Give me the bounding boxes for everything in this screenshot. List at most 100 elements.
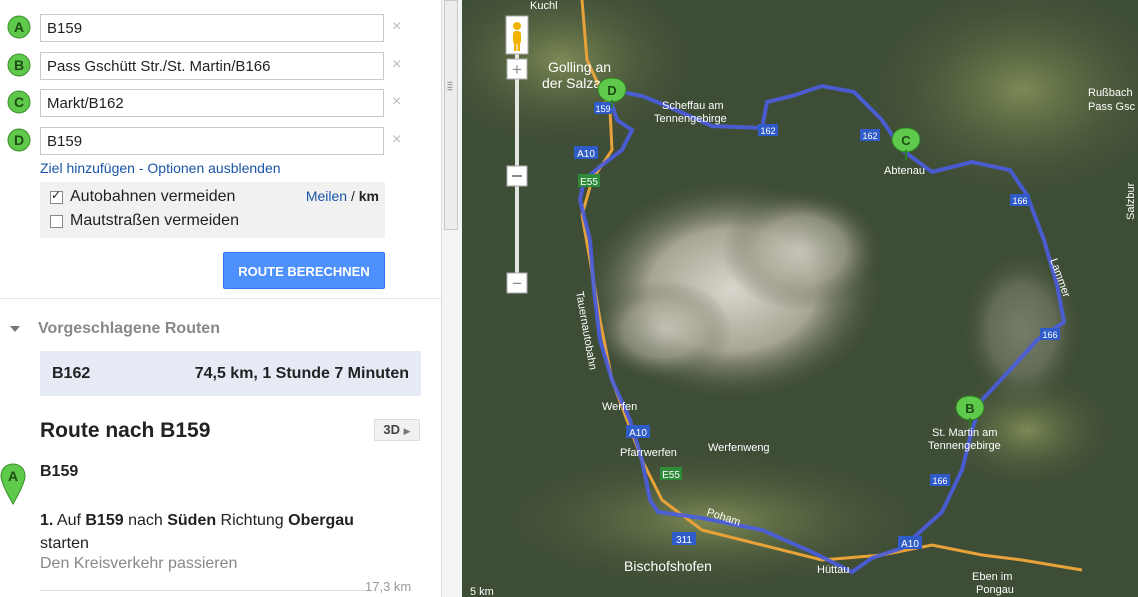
- hide-options-link[interactable]: Optionen ausblenden: [147, 160, 280, 176]
- svg-text:311: 311: [676, 535, 692, 546]
- step-text-1: Auf: [56, 512, 86, 529]
- svg-text:159: 159: [595, 104, 610, 114]
- shield-a10-1: A10: [574, 146, 598, 160]
- shield-e55-1: E55: [578, 174, 600, 188]
- 3d-label: 3D: [383, 422, 401, 437]
- route-links: Ziel hinzufügen - Optionen ausblenden: [40, 160, 281, 176]
- shield-162-1: 162: [758, 124, 778, 136]
- shield-e55-2: E55: [660, 467, 682, 481]
- scrollbar-grip-icon: = =: [447, 79, 453, 95]
- suggested-routes-label: Vorgeschlagene Routen: [38, 320, 220, 337]
- label-bischofshofen: Bischofshofen: [624, 558, 712, 574]
- shield-166-2: 166: [1040, 328, 1060, 340]
- miles-link[interactable]: Meilen: [306, 188, 347, 204]
- calculate-route-button[interactable]: ROUTE BERECHNEN: [223, 252, 385, 289]
- shield-166-3: 166: [930, 474, 950, 486]
- panel-divider: [0, 298, 441, 299]
- label-werfen: Werfen: [602, 401, 637, 413]
- shield-311: 311: [672, 532, 696, 546]
- svg-text:A10: A10: [577, 149, 595, 160]
- label-golling-1: Golling an: [548, 59, 611, 75]
- add-destination-link[interactable]: Ziel hinzufügen: [40, 160, 135, 176]
- svg-text:D: D: [14, 132, 24, 148]
- waypoint-input-d[interactable]: [40, 127, 384, 155]
- remove-waypoint-a-icon[interactable]: ×: [392, 18, 401, 36]
- start-location-label: B159: [40, 463, 79, 480]
- map-view[interactable]: A10 E55 159 162 162 166 166 166 A10 E55 …: [462, 0, 1138, 597]
- km-unit: km: [358, 188, 379, 204]
- shield-159: 159: [594, 102, 612, 114]
- svg-text:162: 162: [862, 131, 877, 141]
- svg-text:C: C: [901, 133, 911, 148]
- label-salzburg: Salzbur: [1125, 182, 1137, 220]
- waypoint-input-a[interactable]: [40, 14, 384, 42]
- unit-switch: Meilen / km: [306, 188, 379, 204]
- step-road: B159: [85, 512, 124, 529]
- zoom-in-icon: +: [512, 60, 522, 79]
- label-russbach-1: Rußbach: [1088, 87, 1133, 99]
- svg-text:166: 166: [1012, 196, 1027, 206]
- remove-waypoint-b-icon[interactable]: ×: [392, 56, 401, 74]
- label-stmartin-1: St. Martin am: [932, 427, 997, 439]
- shield-166-1: 166: [1010, 194, 1030, 206]
- remove-waypoint-d-icon[interactable]: ×: [392, 131, 401, 149]
- step-distance: 17,3 km: [365, 579, 412, 594]
- step-heading: Süden: [167, 512, 217, 529]
- terrain-massif-peak: [722, 190, 882, 310]
- start-marker-icon: A: [0, 463, 26, 505]
- map-scale: 5 km: [470, 586, 494, 597]
- svg-text:166: 166: [932, 476, 947, 486]
- marker-c-icon[interactable]: C: [6, 89, 32, 121]
- play-icon: ▶: [403, 426, 411, 436]
- step-target: Obergau: [288, 512, 354, 529]
- route-options: Autobahnen vermeiden Mautstraßen vermeid…: [40, 182, 385, 238]
- avoid-tolls-checkbox[interactable]: [50, 215, 63, 228]
- marker-b-icon[interactable]: B: [6, 52, 32, 84]
- svg-text:D: D: [607, 83, 616, 98]
- avoid-highways-label: Autobahnen vermeiden: [70, 188, 236, 205]
- waypoint-row-b: B ×: [6, 52, 426, 82]
- svg-text:B: B: [965, 401, 974, 416]
- waypoint-row-a: A ×: [6, 14, 426, 44]
- marker-d-icon[interactable]: D: [6, 127, 32, 159]
- step-text-2: nach: [123, 512, 168, 529]
- zoom-out-icon: −: [512, 274, 522, 293]
- step-text-4: starten: [40, 535, 89, 552]
- svg-text:162: 162: [760, 126, 775, 136]
- svg-text:A10: A10: [629, 428, 647, 439]
- suggested-routes-heading[interactable]: Vorgeschlagene Routen: [10, 320, 220, 338]
- label-huttau: Hüttau: [817, 564, 849, 576]
- label-stmartin-2: Tennengebirge: [928, 440, 1001, 452]
- svg-text:B: B: [14, 57, 24, 73]
- collapse-triangle-icon[interactable]: [10, 325, 20, 332]
- shield-a10-2: A10: [626, 425, 650, 439]
- svg-text:E55: E55: [580, 177, 598, 188]
- svg-text:166: 166: [1042, 330, 1057, 340]
- step-number: 1.: [40, 512, 54, 529]
- unit-separator: /: [347, 188, 359, 204]
- svg-text:A: A: [14, 19, 24, 35]
- remove-waypoint-c-icon[interactable]: ×: [392, 93, 401, 111]
- step-distance-line: [40, 590, 365, 591]
- waypoint-input-c[interactable]: [40, 89, 384, 117]
- label-werfenweng: Werfenweng: [708, 442, 770, 454]
- svg-text:C: C: [14, 94, 24, 110]
- directions-title: Route nach B159: [40, 419, 211, 442]
- avoid-highways-checkbox[interactable]: [50, 188, 63, 204]
- shield-a10-3: A10: [898, 536, 922, 550]
- label-kuchl: Kuchl: [530, 0, 558, 12]
- waypoint-input-b[interactable]: [40, 52, 384, 80]
- 3d-view-button[interactable]: 3D ▶: [374, 419, 420, 441]
- shield-162-2: 162: [860, 129, 880, 141]
- avoid-tolls-label: Mautstraßen vermeiden: [70, 212, 239, 229]
- svg-text:A10: A10: [901, 539, 919, 550]
- label-russbach-2: Pass Gsc: [1088, 101, 1136, 113]
- terrain-massif-west: [592, 280, 732, 380]
- suggested-route-card[interactable]: B162 74,5 km, 1 Stunde 7 Minuten: [40, 351, 421, 396]
- marker-a-icon[interactable]: A: [6, 14, 32, 46]
- label-eben-2: Pongau: [976, 584, 1014, 596]
- route-name: B162: [52, 365, 91, 382]
- direction-step-1[interactable]: 1. Auf B159 nach Süden Richtung Obergau …: [40, 509, 410, 555]
- map-canvas: A10 E55 159 162 162 166 166 166 A10 E55 …: [462, 0, 1138, 597]
- panel-scrollbar-thumb[interactable]: [444, 0, 458, 230]
